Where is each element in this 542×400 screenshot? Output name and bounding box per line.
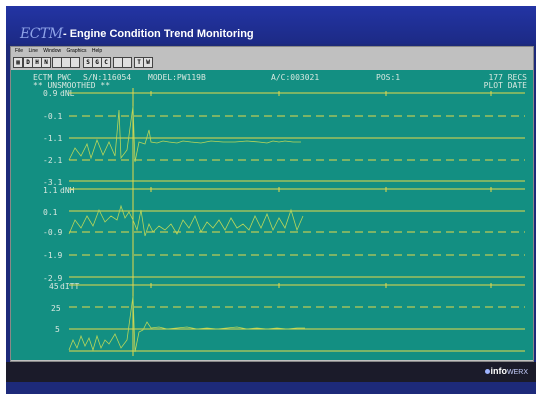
menu-bar: File Line Window Graphics Help <box>11 47 533 56</box>
toolbar-button-w[interactable]: W <box>143 57 153 68</box>
trend-plot-canvas <box>68 88 525 356</box>
presentation-slide: ECTM - Engine Condition Trend Monitoring… <box>6 6 536 394</box>
slide-footer <box>6 362 536 382</box>
menu-item-graphics[interactable]: Graphics <box>66 47 86 56</box>
brand-main: info <box>490 366 508 376</box>
toolbar-button-blank-5[interactable] <box>122 57 132 68</box>
menu-item-line[interactable]: Line <box>28 47 37 56</box>
infowerx-logo: infoWERX <box>484 366 528 376</box>
toolbar-button-n[interactable]: N <box>41 57 51 68</box>
logo-dot-icon <box>484 369 490 375</box>
menu-item-window[interactable]: Window <box>43 47 61 56</box>
toolbar-button-blank-3[interactable] <box>70 57 80 68</box>
print-icon: ▦ <box>16 59 20 66</box>
print-button[interactable]: ▦ <box>13 57 23 68</box>
toolbar-button-c[interactable]: C <box>101 57 111 68</box>
menu-item-help[interactable]: Help <box>92 47 102 56</box>
brand-sub: WERX <box>507 369 528 376</box>
trend-plot-terminal: ECTM PWC S/N:116054 MODEL:PW119B A/C:003… <box>11 70 533 360</box>
application-window: File Line Window Graphics Help ▦ D H N S… <box>10 46 534 362</box>
dnl-trace <box>68 105 301 163</box>
ectm-logo: ECTM <box>20 26 63 42</box>
toolbar: ▦ D H N S G C T W <box>13 57 531 69</box>
menu-item-file[interactable]: File <box>15 47 23 56</box>
slide-title-bar: ECTM - Engine Condition Trend Monitoring <box>6 6 536 44</box>
slide-title: - Engine Condition Trend Monitoring <box>63 28 254 40</box>
ditt-trace <box>68 295 305 353</box>
